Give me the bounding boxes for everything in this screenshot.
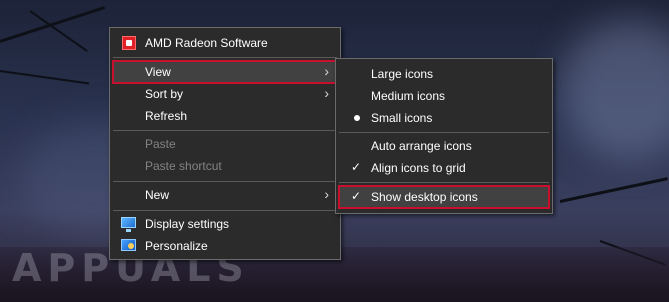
submenu-item-show-desktop-icons[interactable]: ✓ Show desktop icons bbox=[338, 185, 550, 209]
menu-separator bbox=[113, 210, 337, 211]
menu-item-label: Display settings bbox=[145, 217, 230, 231]
tree-branch bbox=[0, 6, 106, 43]
menu-separator bbox=[113, 181, 337, 182]
menu-item-label: Auto arrange icons bbox=[371, 139, 472, 153]
moon-glow bbox=[560, 20, 669, 160]
menu-item-amd-radeon-software[interactable]: AMD Radeon Software bbox=[113, 32, 337, 54]
chevron-right-icon: › bbox=[324, 186, 329, 202]
menu-item-new[interactable]: New › bbox=[113, 184, 337, 206]
chevron-right-icon: › bbox=[324, 63, 329, 79]
menu-item-label: Show desktop icons bbox=[371, 190, 478, 204]
menu-item-label: Medium icons bbox=[371, 89, 446, 103]
menu-separator bbox=[113, 130, 337, 131]
desktop-context-menu: AMD Radeon Software View › Sort by › Ref… bbox=[109, 27, 341, 260]
menu-item-label: View bbox=[145, 65, 171, 79]
menu-separator bbox=[339, 132, 549, 133]
radio-selected-icon bbox=[354, 115, 360, 121]
menu-separator bbox=[339, 182, 549, 183]
menu-item-view[interactable]: View › bbox=[112, 60, 338, 84]
display-settings-icon bbox=[121, 217, 136, 232]
menu-item-refresh[interactable]: Refresh bbox=[113, 105, 337, 127]
menu-item-label: Large icons bbox=[371, 67, 434, 81]
submenu-item-large-icons[interactable]: Large icons bbox=[339, 63, 549, 85]
submenu-item-align-icons-to-grid[interactable]: ✓ Align icons to grid bbox=[339, 157, 549, 179]
submenu-item-auto-arrange-icons[interactable]: Auto arrange icons bbox=[339, 135, 549, 157]
menu-item-label: Align icons to grid bbox=[371, 161, 466, 175]
menu-item-paste[interactable]: Paste bbox=[113, 133, 337, 155]
view-submenu: Large icons Medium icons Small icons Aut… bbox=[335, 58, 553, 214]
menu-item-sort-by[interactable]: Sort by › bbox=[113, 83, 337, 105]
menu-item-paste-shortcut[interactable]: Paste shortcut bbox=[113, 155, 337, 177]
menu-item-label: Sort by bbox=[145, 87, 184, 101]
menu-item-display-settings[interactable]: Display settings bbox=[113, 213, 337, 235]
menu-item-label: New bbox=[145, 188, 170, 202]
menu-separator bbox=[113, 57, 337, 58]
tree-branch bbox=[0, 70, 90, 85]
submenu-item-small-icons[interactable]: Small icons bbox=[339, 107, 549, 129]
personalize-icon bbox=[121, 239, 136, 251]
menu-item-personalize[interactable]: Personalize bbox=[113, 235, 337, 257]
tree-branch bbox=[559, 177, 668, 203]
menu-item-label: Small icons bbox=[371, 111, 433, 125]
menu-item-label: Paste bbox=[145, 137, 176, 151]
checkmark-icon: ✓ bbox=[351, 160, 362, 174]
menu-item-label: Personalize bbox=[145, 239, 208, 253]
menu-item-label: Refresh bbox=[145, 109, 188, 123]
menu-item-label: Paste shortcut bbox=[145, 159, 222, 173]
submenu-item-medium-icons[interactable]: Medium icons bbox=[339, 85, 549, 107]
menu-item-label: AMD Radeon Software bbox=[145, 36, 268, 50]
chevron-right-icon: › bbox=[324, 85, 329, 101]
checkmark-icon: ✓ bbox=[351, 189, 362, 203]
amd-radeon-icon bbox=[122, 36, 136, 50]
